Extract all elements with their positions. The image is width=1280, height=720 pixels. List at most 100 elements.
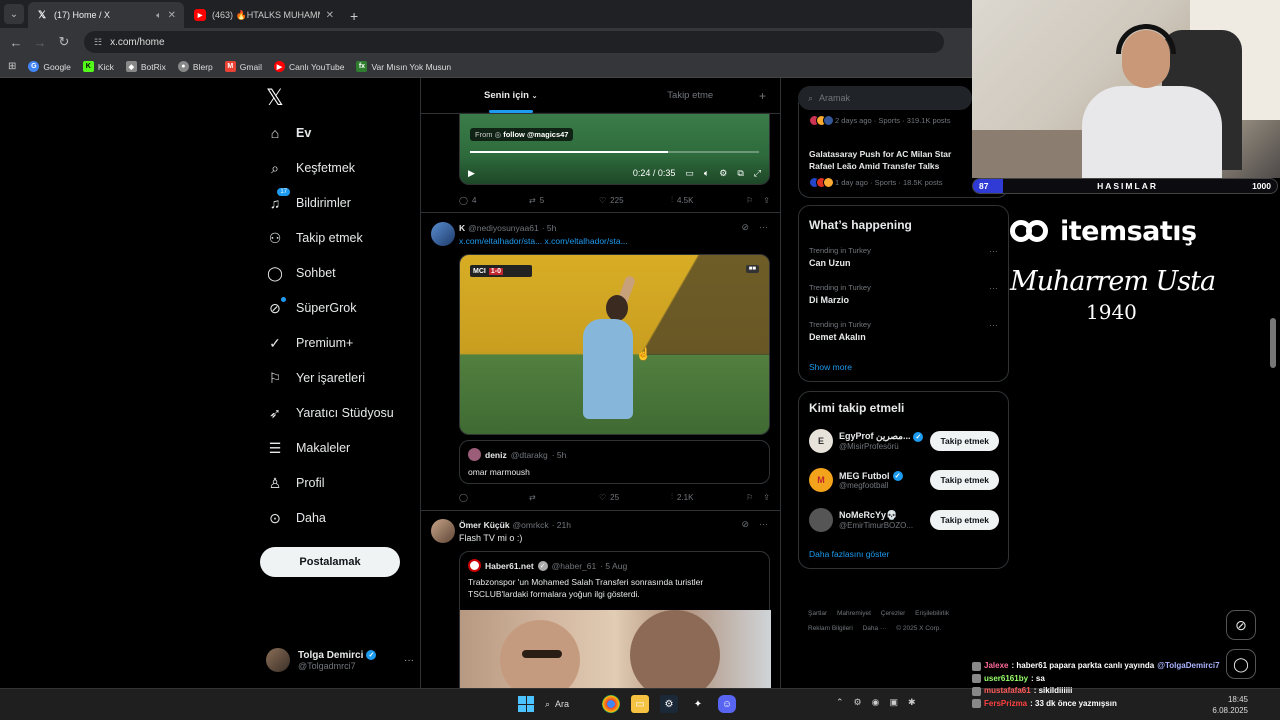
author-handle[interactable]: @nediyosunyaa61	[468, 223, 539, 233]
author-name[interactable]: K	[459, 223, 465, 233]
nav-home[interactable]: ⌂ Ev	[266, 124, 312, 142]
tab-for-you[interactable]: Senin için ⌄	[421, 78, 601, 113]
bookmark-kick[interactable]: K Kick	[82, 61, 114, 72]
tab-youtube[interactable]: ▶ (463) 🔥HTALKS MUHAMMED ✕	[186, 2, 342, 28]
account-switcher[interactable]: Tolga Demirci ✓ @Tolgadmrci7 ···	[266, 648, 414, 672]
news-meta-row[interactable]: 1 day ago · Sports · 18.5K posts	[809, 177, 943, 188]
share-icon[interactable]: ⇪	[763, 493, 770, 502]
nav-follow[interactable]: ⚇ Takip etmek	[266, 229, 363, 247]
more-icon[interactable]: ···	[759, 519, 768, 530]
tray-app-icon[interactable]: ▣	[889, 697, 898, 708]
video-source-label[interactable]: From ◎ follow @magics47	[470, 128, 574, 141]
trend-name[interactable]: Demet Akalın	[809, 332, 866, 342]
grok-icon[interactable]: ⊘	[741, 519, 749, 530]
views-button[interactable]: ⫶ 2.1K	[671, 492, 737, 502]
footer-link[interactable]: Şartlar	[808, 610, 827, 617]
chrome-icon[interactable]	[602, 695, 620, 713]
bookmark-google[interactable]: G Google	[28, 61, 71, 72]
repost-button[interactable]: ⇄	[529, 493, 599, 502]
new-tab-button[interactable]: +	[350, 8, 358, 24]
follow-button[interactable]: Takip etmek	[930, 431, 999, 451]
taskbar-search[interactable]: ⌕ Ara	[545, 699, 591, 710]
bookmark-icon[interactable]: ⚐	[746, 493, 753, 502]
discord-icon[interactable]: ☺	[718, 695, 736, 713]
footer-link[interactable]: Çerezler	[881, 610, 906, 617]
footer-link[interactable]: Reklam Bilgileri	[808, 625, 853, 632]
quoted-post[interactable]: deniz @dtarakg · 5h omar marmoush	[459, 440, 770, 484]
show-more-link[interactable]: Show more	[809, 362, 852, 372]
nav-bookmarks[interactable]: ⚐ Yer işaretleri	[266, 369, 365, 387]
follow-suggestion[interactable]: NoMeRcYy💀 @EmirTimurBOZO... Takip etmek	[809, 507, 999, 533]
avatar[interactable]	[431, 222, 455, 246]
plus-icon[interactable]: +	[759, 89, 766, 103]
nav-profile[interactable]: ♙ Profil	[266, 474, 325, 492]
more-icon[interactable]: ···	[989, 246, 998, 256]
news-meta-row[interactable]: 2 days ago · Sports · 319.1K posts	[809, 115, 950, 126]
author-name[interactable]: Ömer Küçük	[459, 520, 510, 530]
news-title[interactable]: Galatasaray Push for AC Milan Star Rafae…	[809, 148, 979, 172]
author-handle[interactable]: @omrkck	[513, 520, 549, 530]
bookmark-var-misin[interactable]: fx Var Mısın Yok Musun	[356, 61, 451, 72]
reply-button[interactable]: ◯ 4	[459, 196, 529, 205]
post-time[interactable]: · 21h	[552, 520, 571, 530]
post-video-thumbnail[interactable]: MCI 1-0 ■■ ☝	[459, 254, 770, 435]
nav-creator-studio[interactable]: ➶ Yaratıcı Stüdyosu	[266, 404, 394, 422]
site-info-icon[interactable]: ☷	[94, 37, 102, 48]
close-tab-icon[interactable]: ✕	[326, 10, 334, 21]
nav-more[interactable]: ⊙ Daha	[266, 509, 326, 527]
chevron-up-icon[interactable]: ⌃	[836, 697, 844, 708]
nav-explore[interactable]: ⌕ Keşfetmek	[266, 159, 355, 177]
more-icon[interactable]: ···	[404, 655, 414, 666]
like-button[interactable]: ♡ 225	[599, 196, 671, 205]
tab-x-home[interactable]: 𝕏 (17) Home / X 🔈︎ ✕	[28, 2, 184, 28]
windows-start-icon[interactable]	[518, 696, 534, 712]
settings-icon[interactable]: ⚙	[719, 168, 727, 179]
file-explorer-icon[interactable]: ▭	[631, 695, 649, 713]
back-icon[interactable]: ←	[6, 32, 26, 52]
quote-image[interactable]	[460, 610, 771, 688]
forward-icon[interactable]: →	[30, 32, 50, 52]
bookmark-youtube[interactable]: ▶ Canlı YouTube	[273, 61, 344, 72]
popout-icon[interactable]: ⧉	[737, 168, 743, 179]
speaker-icon[interactable]: 🔈︎	[156, 10, 161, 21]
nav-chat[interactable]: ◯ Sohbet	[266, 264, 335, 282]
share-icon[interactable]: ⇪	[763, 196, 770, 205]
grok-icon[interactable]: ⊘	[741, 222, 749, 233]
bookmark-icon[interactable]: ⚐	[746, 196, 753, 205]
post-links[interactable]: x.com/eltalhador/sta... x.com/eltalhador…	[459, 236, 628, 246]
bookmark-botrix[interactable]: ◆ BotRix	[125, 61, 166, 72]
show-more-link[interactable]: Daha fazlasını göster	[809, 549, 889, 559]
close-tab-icon[interactable]: ✕	[168, 10, 176, 21]
captions-icon[interactable]: ▭	[685, 168, 694, 179]
views-button[interactable]: ⫶ 4.5K	[671, 195, 737, 205]
follow-suggestion[interactable]: E EgyProf مصرين... ✓ @MisirProfesörü Taki…	[809, 428, 999, 454]
tab-following[interactable]: Takip etme	[601, 78, 781, 113]
page-scrollbar[interactable]	[1270, 318, 1276, 368]
follow-button[interactable]: Takip etmek	[930, 510, 999, 530]
like-button[interactable]: ♡ 25	[599, 493, 671, 502]
post-time[interactable]: · 5h	[542, 223, 557, 233]
nav-notifications[interactable]: ♫ 17 Bildirimler	[266, 188, 351, 212]
volume-icon[interactable]: 🔈︎	[704, 168, 709, 179]
address-bar[interactable]: ☷ x.com/home	[84, 31, 944, 53]
tray-app-icon[interactable]: ✱	[908, 697, 916, 708]
bookmark-gmail[interactable]: M Gmail	[224, 61, 262, 72]
more-icon[interactable]: ···	[759, 222, 768, 233]
quoted-post[interactable]: Haber61.net ✓ @haber_61 · 5 Aug Trabzons…	[459, 551, 771, 688]
bookmark-blerp[interactable]: ● Blerp	[177, 61, 213, 72]
more-icon[interactable]: ···	[989, 283, 998, 293]
footer-link[interactable]: Daha ···	[863, 625, 887, 632]
nav-grok[interactable]: ⊘ SüperGrok	[266, 297, 356, 317]
repost-button[interactable]: ⇄ 5	[529, 196, 599, 205]
footer-link[interactable]: Erişilebilirlik	[915, 610, 949, 617]
tray-app-icon[interactable]: ◉	[872, 697, 880, 708]
video-player[interactable]: From ◎ follow @magics47 ▶ 0:24 / 0:35 ▭ …	[459, 112, 770, 185]
follow-suggestion[interactable]: M MEG Futbol ✓ @megfootball Takip etmek	[809, 467, 999, 493]
reply-button[interactable]: ◯	[459, 493, 529, 502]
trend-name[interactable]: Di Marzio	[809, 295, 849, 305]
tab-search-button[interactable]: ⌄	[4, 4, 24, 24]
follow-button[interactable]: Takip etmek	[930, 470, 999, 490]
apps-icon[interactable]: ⊞	[8, 61, 16, 72]
reload-icon[interactable]: ↻	[54, 32, 74, 52]
more-icon[interactable]: ···	[989, 320, 998, 330]
